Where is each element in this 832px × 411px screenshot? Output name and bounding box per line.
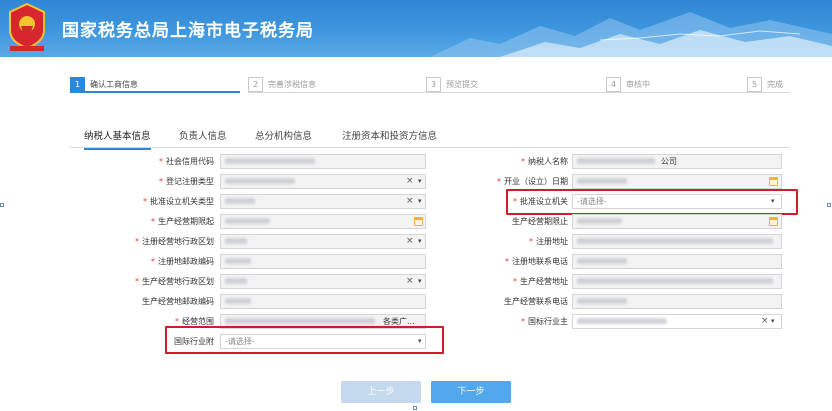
opening-date-field[interactable]: [572, 174, 782, 189]
label-taxpayer-name: * 纳税人名称: [521, 157, 568, 166]
step-label: 完善涉税信息: [268, 79, 316, 89]
label-opening-date: * 开业（设立）日期: [497, 177, 568, 186]
taxpayer-name-field[interactable]: 公司: [572, 154, 782, 169]
clear-icon[interactable]: ×: [406, 235, 414, 248]
operation-period-end-date[interactable]: [572, 214, 782, 229]
step-number: 4: [606, 76, 621, 92]
tab-bar: 纳税人基本信息 负责人信息 总分机构信息 注册资本和投资方信息: [70, 124, 790, 150]
resize-handle: [827, 203, 831, 207]
tab-capital-investors[interactable]: 注册资本和投资方信息: [342, 128, 437, 148]
clear-icon[interactable]: ×: [761, 315, 769, 328]
step-1: 1 确认工商信息: [70, 75, 138, 93]
header-banner: 国家税务总局上海市电子税务局: [0, 0, 832, 57]
step-4: 4 审核中: [606, 75, 650, 93]
label-business-phone: 生产经营联系电话: [504, 297, 568, 306]
clear-icon[interactable]: ×: [406, 195, 414, 208]
step-label: 完成: [767, 79, 783, 89]
chevron-down-icon[interactable]: ▾: [771, 315, 775, 328]
prev-step-button[interactable]: 上一步: [341, 381, 421, 403]
chevron-down-icon[interactable]: ▾: [418, 175, 422, 188]
step-5: 5 完成: [747, 75, 783, 93]
label-registered-address: * 注册地址: [529, 237, 568, 246]
step-3: 3 预览提交: [426, 75, 478, 93]
registered-phone-field[interactable]: [572, 254, 782, 269]
tab-taxpayer-basic-info[interactable]: 纳税人基本信息: [84, 128, 151, 150]
approval-authority-type-select[interactable]: × ▾: [220, 194, 426, 209]
registered-postcode-field[interactable]: [220, 254, 426, 269]
step-number: 2: [248, 76, 263, 92]
business-phone-field[interactable]: [572, 294, 782, 309]
step-label: 确认工商信息: [90, 79, 138, 89]
highlight-box-industry: [165, 326, 444, 354]
step-number: 5: [747, 76, 762, 92]
registered-address-field[interactable]: [572, 234, 782, 249]
label-registered-postcode: * 注册地邮政编码: [151, 257, 214, 266]
label-operation-period-start: * 生产经营期限起: [151, 217, 214, 226]
registration-type-select[interactable]: × ▾: [220, 174, 426, 189]
label-business-postcode: 生产经营地邮政编码: [142, 297, 214, 306]
label-operation-period-end: 生产经营期限止: [512, 217, 568, 226]
calendar-icon[interactable]: [769, 177, 778, 186]
app-root: 国家税务总局上海市电子税务局 1 确认工商信息 2 完善涉税信息 3 预览提交 …: [0, 0, 832, 411]
step-label: 预览提交: [446, 79, 478, 89]
step-number: 3: [426, 76, 441, 92]
tab-branch-info[interactable]: 总分机构信息: [255, 128, 312, 148]
label-registered-phone: * 注册地联系电话: [505, 257, 568, 266]
progress-steps: 1 确认工商信息 2 完善涉税信息 3 预览提交 4 审核中 5 完成: [70, 75, 790, 95]
business-postcode-field[interactable]: [220, 294, 426, 309]
chevron-down-icon[interactable]: ▾: [418, 235, 422, 248]
registered-district-select[interactable]: × ▾: [220, 234, 426, 249]
step-number: 1: [70, 76, 85, 92]
chevron-down-icon[interactable]: ▾: [418, 275, 422, 288]
step-line: [248, 92, 790, 93]
label-business-district: * 生产经营地行政区划: [135, 277, 214, 286]
operation-period-start-date[interactable]: [220, 214, 426, 229]
resize-handle: [0, 203, 4, 207]
tab-responsible-person[interactable]: 负责人信息: [179, 128, 227, 148]
credit-code-field[interactable]: [220, 154, 426, 169]
label-registered-district: * 注册经营地行政区划: [135, 237, 214, 246]
page-title: 国家税务总局上海市电子税务局: [62, 21, 314, 41]
label-business-address: * 生产经营地址: [513, 277, 568, 286]
business-address-field[interactable]: [572, 274, 782, 289]
label-approval-authority-type: * 批准设立机关类型: [143, 197, 214, 206]
label-credit-code: * 社会信用代码: [159, 157, 214, 166]
label-industry-primary: * 国标行业主: [521, 317, 568, 326]
calendar-icon[interactable]: [769, 217, 778, 226]
label-registration-type: * 登记注册类型: [159, 177, 214, 186]
clear-icon[interactable]: ×: [406, 275, 414, 288]
step-label: 审核中: [626, 79, 650, 89]
clear-icon[interactable]: ×: [406, 175, 414, 188]
resize-handle: [413, 406, 417, 410]
business-district-select[interactable]: × ▾: [220, 274, 426, 289]
next-step-button[interactable]: 下一步: [431, 381, 511, 403]
highlight-box-approval-authority: [506, 189, 798, 215]
calendar-icon[interactable]: [414, 217, 423, 226]
tax-bureau-emblem-icon: [9, 2, 45, 51]
chevron-down-icon[interactable]: ▾: [418, 195, 422, 208]
step-2: 2 完善涉税信息: [248, 75, 316, 93]
industry-primary-select[interactable]: × ▾: [572, 314, 782, 329]
